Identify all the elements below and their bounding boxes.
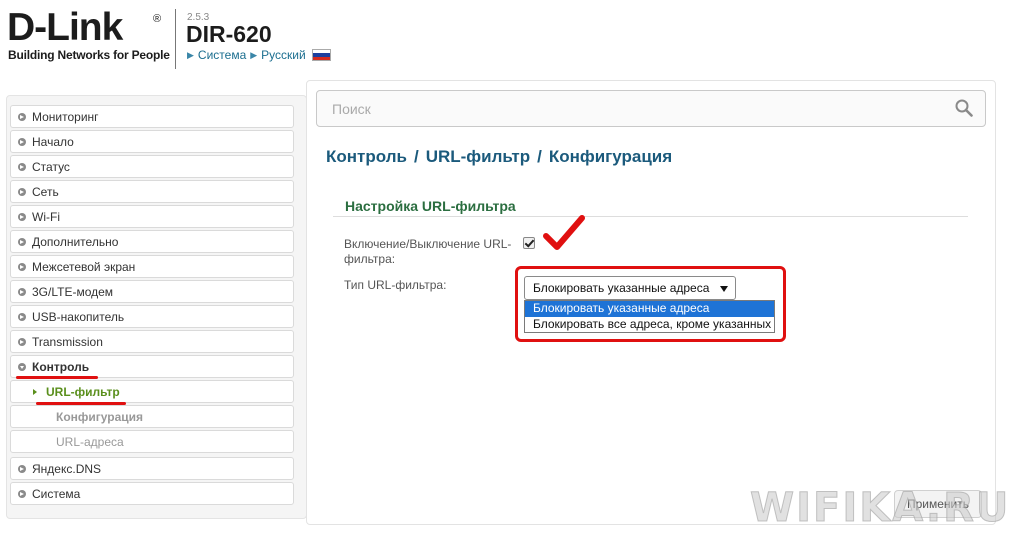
sidebar-item-status[interactable]: Статус: [10, 155, 294, 178]
bullet-icon: [18, 262, 26, 271]
section-divider: [333, 216, 968, 217]
arrow-right-icon: ▶: [250, 49, 258, 60]
sidebar-item-monitoring[interactable]: Мониторинг: [10, 105, 294, 128]
sidebar-item-start[interactable]: Начало: [10, 130, 294, 153]
breadcrumb: Контроль / URL-фильтр / Конфигурация: [326, 147, 672, 167]
bullet-icon: [18, 287, 26, 296]
sidebar-item-url-filter[interactable]: URL-фильтр: [10, 380, 294, 403]
logo-text: D-Link: [7, 6, 123, 49]
sidebar-item-advanced[interactable]: Дополнительно: [10, 230, 294, 253]
bullet-icon: [18, 312, 26, 321]
breadcrumb-control[interactable]: Контроль: [326, 147, 407, 167]
sidebar-item-yandex-dns[interactable]: Яндекс.DNS: [10, 457, 294, 480]
sidebar-item-network[interactable]: Сеть: [10, 180, 294, 203]
bullet-icon: [18, 137, 26, 146]
breadcrumb-url-filter[interactable]: URL-фильтр: [426, 147, 530, 167]
sidebar-item-wifi[interactable]: Wi-Fi: [10, 205, 294, 228]
enable-filter-label-line2: фильтра:: [344, 252, 396, 266]
sidebar-item-firewall[interactable]: Межсетевой экран: [10, 255, 294, 278]
sidebar-item-configuration[interactable]: Конфигурация: [10, 405, 294, 428]
filter-type-label: Тип URL-фильтра:: [344, 278, 447, 292]
bullet-icon: [18, 162, 26, 171]
breadcrumb-separator: /: [537, 147, 542, 166]
sidebar-item-usb-storage[interactable]: USB-накопитель: [10, 305, 294, 328]
bullet-icon: [18, 187, 26, 196]
bullet-icon: [18, 464, 26, 473]
red-underline-annotation: [36, 402, 126, 405]
russia-flag-icon[interactable]: [311, 49, 331, 61]
search-icon[interactable]: [955, 99, 973, 117]
arrow-right-icon: ▶: [187, 49, 194, 60]
device-model: DIR-620: [186, 21, 272, 47]
bullet-icon: [18, 112, 26, 121]
sidebar-item-3g-lte-modem[interactable]: 3G/LTE-модем: [10, 280, 294, 303]
search-input[interactable]: [317, 93, 937, 124]
enable-filter-label-line1: Включение/Выключение URL-: [344, 237, 512, 251]
logo-tagline: Building Networks for People: [8, 48, 170, 62]
sidebar-item-url-addresses[interactable]: URL-адреса: [10, 430, 294, 453]
header-links: ▶ Система ▶ Русский: [187, 48, 331, 62]
red-underline-annotation: [16, 376, 98, 379]
sidebar-item-system[interactable]: Система: [10, 482, 294, 505]
search-box: [316, 90, 986, 127]
red-checkmark-annotation: [543, 215, 585, 250]
watermark: WIFIKA.RU: [749, 485, 1011, 532]
red-frame-annotation: [515, 266, 786, 342]
bullet-icon: [18, 237, 26, 246]
bullet-icon: [18, 489, 26, 498]
sidebar-item-control[interactable]: Контроль: [10, 355, 294, 378]
bullet-icon: [18, 212, 26, 221]
section-title: Настройка URL-фильтра: [345, 198, 516, 214]
sidebar-item-transmission[interactable]: Transmission: [10, 330, 294, 353]
breadcrumb-separator: /: [413, 147, 419, 166]
triangle-right-icon: [33, 388, 37, 395]
system-link[interactable]: Система: [198, 48, 246, 62]
bullet-open-icon: [18, 362, 26, 371]
breadcrumb-configuration: Конфигурация: [548, 147, 673, 166]
language-link[interactable]: Русский: [261, 48, 306, 62]
bullet-icon: [18, 337, 26, 346]
enable-filter-checkbox[interactable]: [523, 237, 535, 249]
header-divider: [175, 9, 176, 69]
logo-registered-mark: ®: [153, 13, 162, 25]
